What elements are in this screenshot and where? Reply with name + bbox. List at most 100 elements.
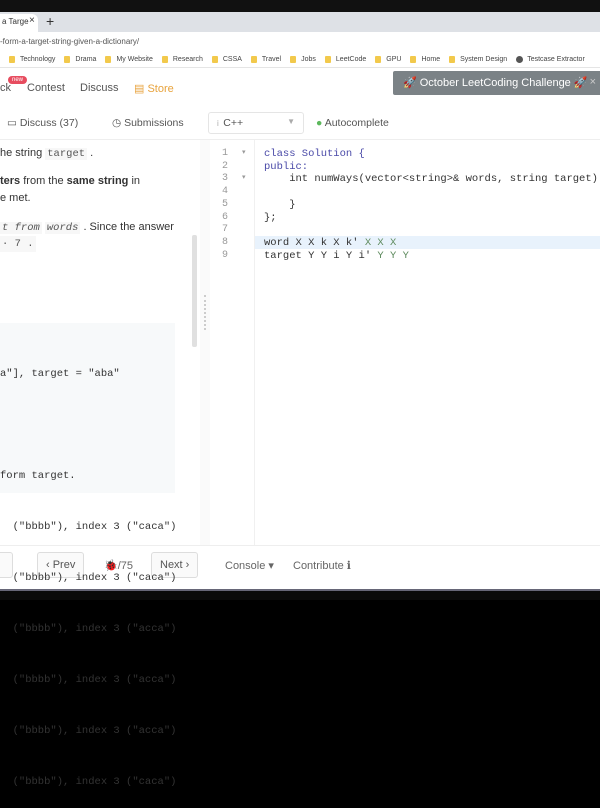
bookmark-label: My Website	[116, 56, 153, 63]
folder-icon	[9, 56, 15, 63]
desc-line: ters from the same string in	[0, 173, 140, 189]
bookmark-item[interactable]: System Design	[449, 56, 507, 63]
description-scrollbar[interactable]	[192, 235, 197, 347]
example-block: a"], target = "aba" form target. ("bbbb"…	[0, 323, 176, 788]
example-line: ("bbbb"), index 3 ("caca")	[0, 521, 177, 533]
language-select[interactable]: i C++ ▼	[208, 112, 304, 134]
code-line: word X X k X k' X X X	[264, 237, 396, 249]
autocomplete-label: Autocomplete	[324, 117, 389, 129]
browser-tab-bar	[0, 12, 600, 32]
example-line: a"], target = "aba"	[0, 368, 120, 380]
code-text: X X X	[364, 236, 397, 249]
text: he string	[0, 147, 46, 159]
folder-icon	[250, 56, 257, 63]
clock-icon: ◷	[112, 117, 125, 129]
fold-arrow-icon[interactable]: ▾	[242, 173, 262, 182]
bookmark-item[interactable]: LeetCode	[324, 56, 367, 63]
challenge-banner[interactable]: 🚀 October LeetCoding Challenge 🚀 ×	[393, 71, 600, 95]
line-number: 4	[222, 186, 229, 198]
folder-icon	[375, 56, 382, 63]
bookmark-item[interactable]: Drama	[64, 56, 96, 63]
line-number: 5	[222, 198, 229, 210]
code-text: }	[264, 198, 296, 211]
folder-icon	[449, 56, 456, 63]
bookmark-label: Jobs	[301, 56, 316, 63]
screen-top-bar	[0, 0, 600, 12]
autocomplete-toggle[interactable]: ● Autocomplete	[316, 117, 389, 129]
drag-dots-icon	[204, 295, 206, 330]
folder-icon	[211, 56, 218, 63]
fold-arrow-icon[interactable]: ▾	[242, 148, 262, 157]
bookmark-label: Testcase Extractor	[527, 56, 585, 63]
panel-resize-handle[interactable]	[200, 140, 210, 545]
bookmark-item[interactable]: Home	[410, 56, 440, 63]
line-number: 1	[222, 148, 229, 159]
submissions-label: Submissions	[124, 117, 184, 129]
desc-line: t from words . Since the answer	[0, 219, 174, 236]
nav-item-contest[interactable]: Contest	[27, 82, 65, 94]
bold-text: ters	[0, 175, 21, 187]
folder-icon	[290, 56, 297, 63]
discuss-label: Discuss (37)	[19, 117, 79, 129]
language-value: C++	[223, 117, 244, 129]
bookmark-item[interactable]: Jobs	[290, 56, 316, 63]
inline-code: target	[45, 148, 88, 160]
submissions-tab[interactable]: ◷ Submissions	[112, 117, 184, 129]
store-label: Store	[147, 83, 174, 95]
bookmark-label: Research	[172, 56, 203, 63]
close-icon[interactable]: ×	[590, 76, 596, 88]
example-line: ("bbbb"), index 3 ("acca")	[0, 623, 177, 635]
bookmarks-bar: Technology Drama My Website Research CSSA Tra…	[0, 52, 600, 68]
status-dot-icon: ●	[316, 117, 325, 129]
challenge-label: 🚀 October LeetCoding Challenge 🚀	[403, 77, 588, 89]
bookmark-label: Home	[421, 56, 441, 63]
bookmark-item[interactable]: Research	[161, 56, 203, 63]
line-number: 2	[222, 160, 229, 172]
comment-icon: ▭	[7, 117, 20, 129]
folder-icon	[161, 56, 168, 63]
bookmark-item[interactable]: My Website	[105, 56, 153, 63]
text: in	[128, 175, 141, 187]
bookmark-item[interactable]: Testcase Extractor	[516, 56, 585, 63]
chevron-down-icon: ▼	[287, 117, 295, 126]
line-number: 9	[222, 249, 229, 261]
tab-close-icon[interactable]: ×	[29, 15, 35, 26]
code-line: class Solution {	[264, 148, 365, 160]
bookmark-item[interactable]: CSSA	[211, 56, 242, 63]
code-text: public:	[264, 160, 309, 173]
code-line: public:	[264, 161, 308, 173]
console-button[interactable]: Console ▾	[225, 559, 274, 572]
bookmark-item[interactable]: Travel	[250, 56, 282, 63]
folder-icon	[64, 56, 71, 63]
code-text: class Solution {	[264, 148, 365, 160]
example-line: ("bbbb"), index 3 ("caca")	[0, 572, 177, 584]
bookmark-label: CSSA	[222, 56, 242, 63]
code-text: };	[264, 211, 277, 224]
bookmark-item[interactable]: GPU	[375, 56, 401, 63]
bookmark-item[interactable]: Technology	[9, 56, 55, 63]
example-line	[0, 417, 6, 434]
folder-icon	[105, 56, 112, 63]
line-number: 6	[222, 211, 229, 223]
nav-item-store[interactable]: ▤ Store	[134, 82, 174, 95]
nav-item-explore[interactable]: ck	[0, 82, 11, 94]
url-text: -form-a-target-string-given-a-dictionary…	[0, 37, 140, 46]
example-line: ("bbbb"), index 3 ("acca")	[0, 674, 177, 686]
globe-icon	[516, 56, 524, 63]
inline-code: t from	[0, 222, 42, 234]
text: . Since the answer	[80, 221, 174, 233]
bookmark-label: LeetCode	[335, 56, 367, 63]
address-bar[interactable]: -form-a-target-string-given-a-dictionary…	[0, 32, 600, 52]
nav-item-discuss[interactable]: Discuss	[80, 82, 119, 94]
line-number: 8	[222, 236, 229, 248]
bold-text: same string	[66, 175, 129, 187]
folder-icon	[410, 56, 417, 63]
new-tab-button[interactable]: +	[46, 13, 54, 29]
code-line: int numWays(vector<string>& words, strin…	[264, 173, 600, 185]
bookmark-label: Travel	[261, 56, 282, 63]
folder-icon	[324, 56, 331, 63]
contribute-link[interactable]: Contribute ℹ	[293, 559, 351, 572]
code-text: target Y Y i Y i'	[264, 249, 378, 262]
discuss-tab[interactable]: ▭ Discuss (37)	[7, 117, 78, 129]
code-text: Y Y Y	[377, 249, 409, 262]
